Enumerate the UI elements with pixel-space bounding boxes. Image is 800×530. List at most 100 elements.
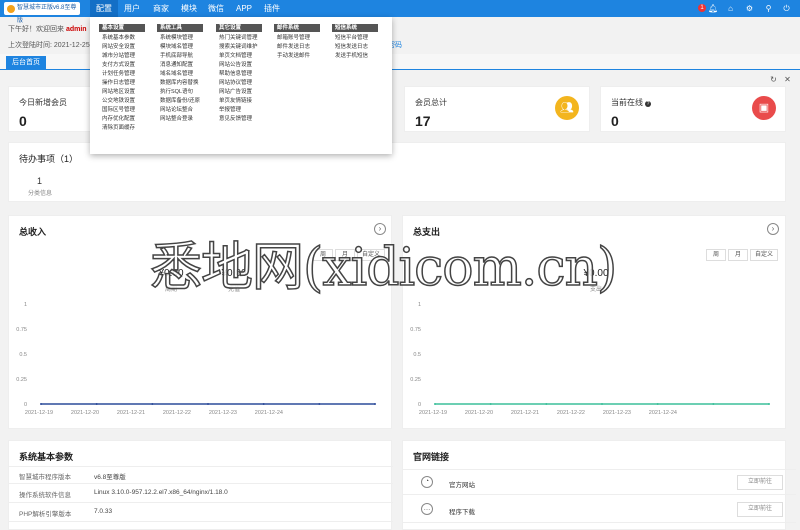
y-tick-label: 0.75 (410, 327, 421, 333)
menu-item[interactable]: 模块域名管理 (157, 43, 211, 52)
nav-modules[interactable]: 模块 (176, 0, 202, 17)
table-row: 操作系统软件信息 Linux 3.10.0-957.12.2.el7.x86_6… (9, 485, 393, 503)
menu-item[interactable]: 公交地铁设置 (99, 97, 153, 106)
menu-item[interactable]: 计划任务管理 (99, 70, 153, 79)
stat-online: 当前在线? 0 ▣ (600, 86, 786, 132)
menu-item[interactable]: 热门关键词管理 (216, 34, 270, 43)
nav-merchants[interactable]: 商家 (146, 0, 176, 17)
menu-item[interactable]: 网站论坛整合 (157, 106, 211, 115)
param-value: 7.0.33 (94, 508, 113, 515)
nav-users[interactable]: 用户 (118, 0, 146, 17)
menu-item[interactable]: 内存优化配置 (99, 115, 153, 124)
menu-item[interactable]: 清除页面缓存 (99, 124, 153, 133)
menu-item[interactable]: 数据库内容替换 (157, 79, 211, 88)
x-tick-label: 2021-12-21 (117, 410, 145, 416)
refresh-icon[interactable]: ↻ (769, 75, 778, 84)
menu-item[interactable]: 网站公告设置 (216, 61, 270, 70)
stat-value: 0 (19, 113, 27, 129)
menu-item[interactable]: 数据库备份/还原 (157, 97, 211, 106)
home-icon[interactable]: ⌂ (726, 4, 735, 13)
go-button[interactable]: 立即前往 (737, 502, 783, 517)
menu-column-other: 其它设置 热门关键词管理 搜索关键词维护 单页文档管理 网站公告设置 帮助信息管理 网站协议… (216, 24, 270, 124)
y-tick-label: 0.75 (16, 327, 27, 333)
menu-item[interactable]: 网站地区设置 (99, 88, 153, 97)
list-item: … 程序下载 立即前往 (403, 497, 796, 523)
x-tick-label: 2021-12-24 (255, 410, 283, 416)
menu-item[interactable]: 手动发送邮件 (274, 52, 328, 61)
menu-item[interactable]: 执行SQL语句 (157, 88, 211, 97)
x-tick-label: 2021-12-21 (511, 410, 539, 416)
data-point (656, 403, 659, 405)
y-tick-label: 1 (24, 302, 27, 308)
x-tick-label: 2021-12-20 (465, 410, 493, 416)
stat-total-members: 会员总计 17 👥︎ (404, 86, 590, 132)
menu-item[interactable]: 短信发送日志 (332, 43, 386, 52)
link-name: 程序下载 (449, 509, 475, 516)
logo-text: 智慧城市正版v6.8至尊版 (17, 5, 77, 24)
data-point (262, 403, 265, 405)
menu-item[interactable]: 网站协议管理 (216, 79, 270, 88)
menu-item[interactable]: 举报管理 (216, 106, 270, 115)
todo-title: 待办事项（1） (19, 154, 79, 164)
menu-item[interactable]: 支付方式设置 (99, 61, 153, 70)
menu-item[interactable]: 域名域名管理 (157, 70, 211, 79)
username: admin (65, 26, 87, 33)
monitor-icon: ▣ (752, 96, 776, 120)
nav-config[interactable]: 配置 (90, 0, 118, 17)
data-point (601, 403, 603, 405)
y-tick-label: 1 (418, 302, 421, 308)
link-name: 官方网站 (449, 482, 475, 489)
config-dropdown-menu: 基本设置系统基本参数 网站安全设置 城市分站管理 支付方式设置 计划任务管理 操作日志管理… (90, 17, 392, 154)
menu-item[interactable]: 消息通知配置 (157, 61, 211, 70)
watermark: 悉地网(xidicom.cn) (149, 237, 618, 299)
menu-item[interactable]: 短信平台管理 (332, 34, 386, 43)
power-icon[interactable]: ⏻ (782, 4, 791, 13)
top-navbar: 智慧城市正版v6.8至尊版 配置 用户 商家 模块 微信 APP 插件 1 🔔︎… (0, 0, 800, 24)
menu-item[interactable]: 国际区号管理 (99, 106, 153, 115)
search-icon[interactable]: ⚲ (764, 4, 773, 13)
table-row: PHP解析引擎版本 7.0.33 (9, 504, 393, 522)
close-icon[interactable]: ✕ (783, 75, 792, 84)
sysparams-card: 系统基本参数 智慧城市程序版本 v6.8至尊版 操作系统软件信息 Linux 3… (8, 440, 393, 530)
menu-item[interactable]: 帮助信息管理 (216, 70, 270, 79)
nav-plugins[interactable]: 插件 (258, 0, 286, 17)
menu-item[interactable]: 邮箱账号管理 (274, 34, 328, 43)
menu-item[interactable]: 网站安全设置 (99, 43, 153, 52)
gear-icon[interactable]: ⚙ (745, 4, 754, 13)
menu-item[interactable]: 网站广告设置 (216, 88, 270, 97)
help-icon[interactable]: ? (645, 101, 651, 107)
app-logo[interactable]: 智慧城市正版v6.8至尊版 (4, 2, 80, 24)
nav-wechat[interactable]: 微信 (202, 0, 230, 17)
menu-item[interactable]: 发送手机短信 (332, 52, 386, 61)
compass-icon: ◔ (421, 476, 433, 488)
go-button[interactable]: 立即前往 (737, 475, 783, 490)
list-item: ◔ 官方网站 立即前往 (403, 469, 796, 495)
stat-label: 当前在线? (611, 98, 651, 107)
data-point (768, 403, 770, 405)
menu-item[interactable]: 网站整合登录 (157, 115, 211, 124)
menu-item[interactable]: 单页文档管理 (216, 52, 270, 61)
data-point (318, 403, 321, 405)
menu-item[interactable]: 手机底部导航 (157, 52, 211, 61)
x-tick-label: 2021-12-19 (25, 410, 53, 416)
menu-item[interactable]: 系统模块管理 (157, 34, 211, 43)
menu-column-basic: 基本设置系统基本参数 网站安全设置 城市分站管理 支付方式设置 计划任务管理 操作日志管理… (99, 24, 153, 133)
nav-app[interactable]: APP (230, 0, 258, 17)
y-tick-label: 0 (24, 402, 27, 408)
x-tick-label: 2021-12-23 (603, 410, 631, 416)
menu-item[interactable]: 单页友情链接 (216, 97, 270, 106)
menu-item[interactable]: 搜索关键词维护 (216, 43, 270, 52)
tab-home[interactable]: 后台首页 (6, 56, 46, 70)
menu-item[interactable]: 城市分站管理 (99, 52, 153, 61)
menu-item[interactable]: 意见反馈管理 (216, 115, 270, 124)
menu-item[interactable]: 操作日志管理 (99, 79, 153, 88)
todo-label[interactable]: 分类信息 (28, 188, 52, 197)
last-login: 上次登陆时间: 2021-12-25 (8, 42, 90, 49)
bell-icon[interactable]: 🔔︎ (708, 4, 718, 13)
todo-count[interactable]: 1 (37, 176, 42, 186)
menu-item[interactable]: 邮件发送日志 (274, 43, 328, 52)
x-tick-label: 2021-12-23 (209, 410, 237, 416)
menu-heading: 基本设置 (99, 24, 145, 32)
menu-column-tools: 系统工具 系统模块管理 模块域名管理 手机底部导航 消息通知配置 域名域名管理 数据库内容替… (157, 24, 211, 124)
menu-item[interactable]: 系统基本参数 (99, 34, 153, 43)
